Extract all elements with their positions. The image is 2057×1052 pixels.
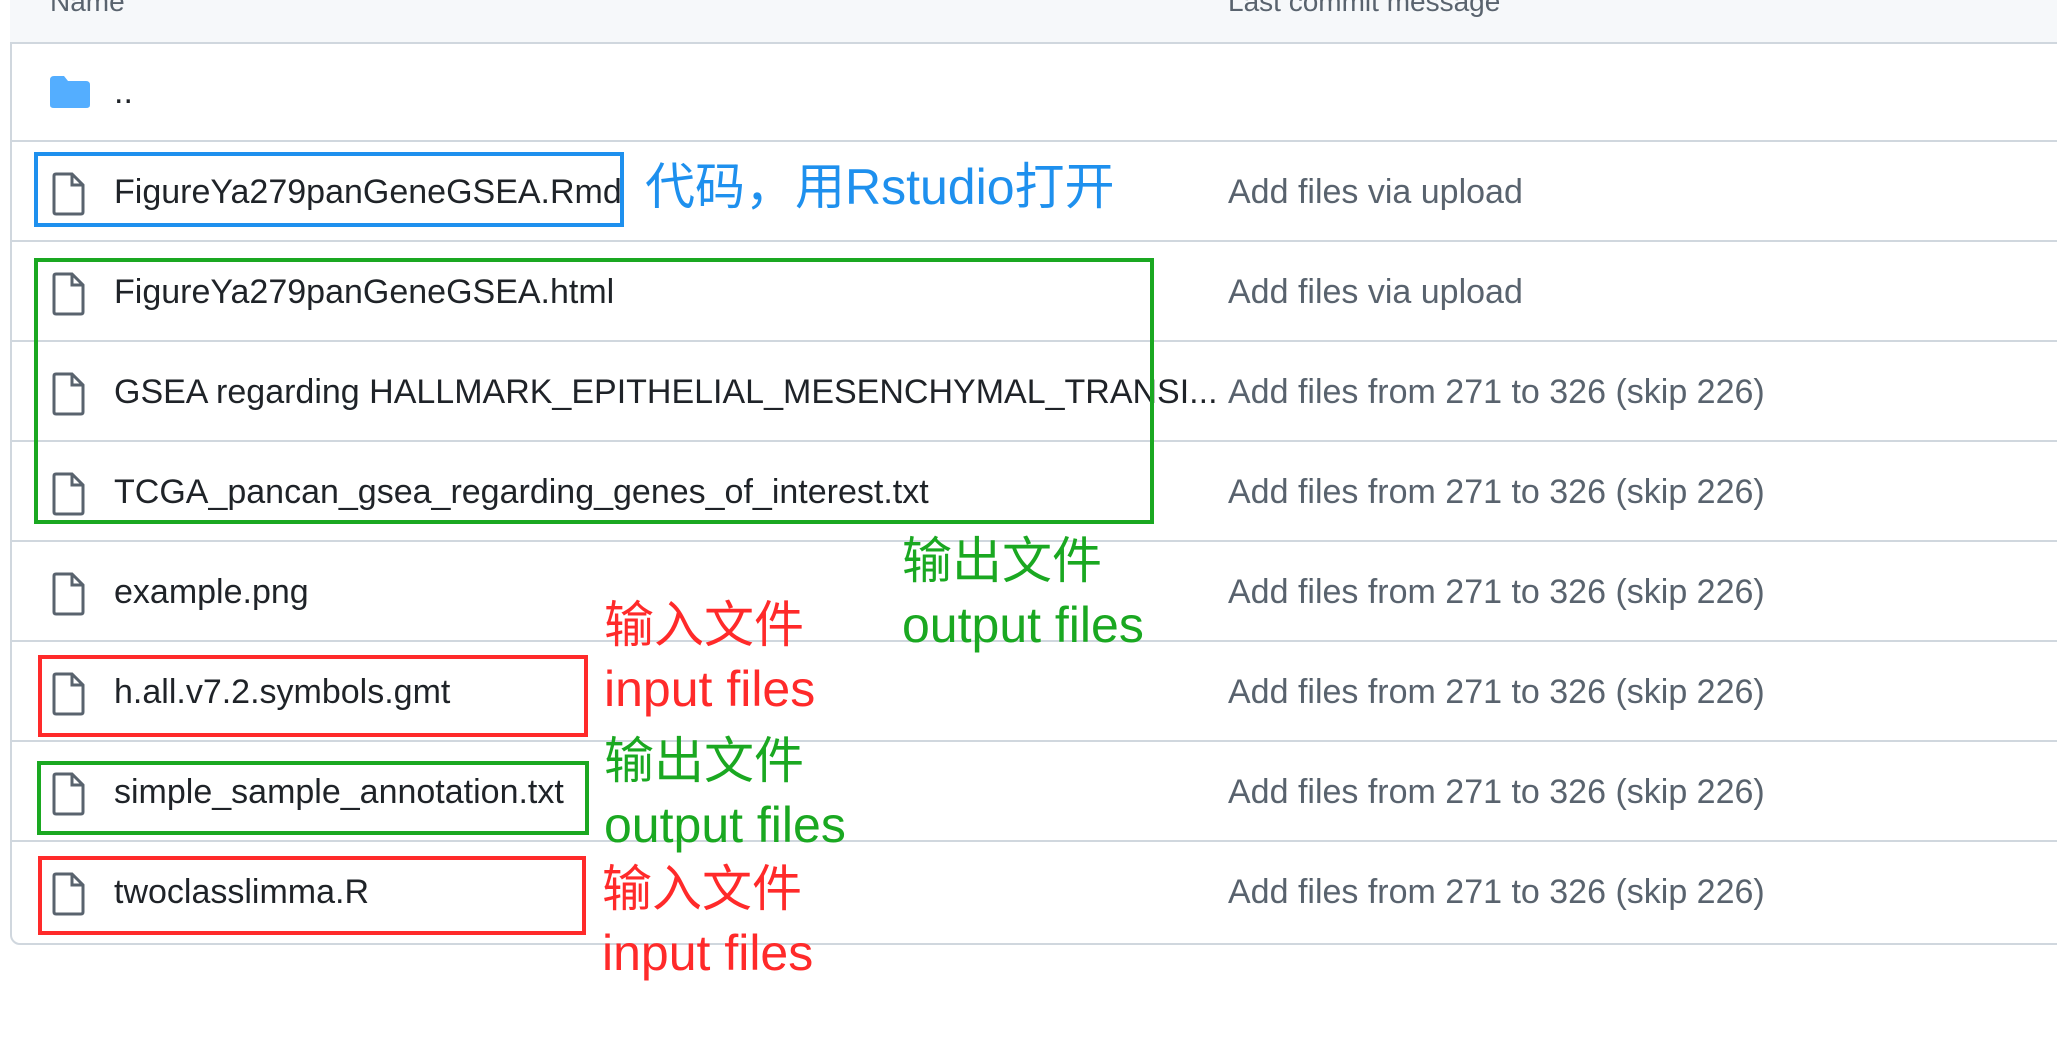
input-annotation-en: input files — [602, 925, 814, 981]
commit-message-link[interactable]: Add files from 271 to 326 (skip 226) — [1228, 672, 1765, 712]
commit-column-header: Last commit message — [1228, 0, 1501, 17]
output-annotation-cn: 输出文件 — [902, 533, 1102, 589]
commit-message-link[interactable]: Add files from 271 to 326 (skip 226) — [1228, 772, 1765, 812]
commit-message-link[interactable]: Add files from 271 to 326 (skip 226) — [1228, 372, 1765, 412]
input-file-highlight-box — [38, 655, 588, 737]
output-annotation-cn: 输出文件 — [604, 733, 804, 789]
code-annotation: 代码，用Rstudio打开 — [645, 159, 1115, 215]
commit-message-link[interactable]: Add files via upload — [1228, 272, 1523, 312]
name-column-header: Name — [50, 0, 125, 17]
commit-message-link[interactable]: Add files from 271 to 326 (skip 226) — [1228, 572, 1765, 612]
folder-icon — [50, 76, 90, 108]
output-files-highlight-box — [34, 258, 1154, 524]
input-annotation-cn: 输入文件 — [604, 597, 804, 653]
output-file-highlight-box — [37, 761, 589, 835]
input-file-highlight-box — [38, 856, 586, 935]
output-annotation-en: output files — [902, 597, 1144, 653]
output-annotation-en: output files — [604, 797, 846, 853]
table-header: Name Last commit message — [10, 0, 2057, 44]
commit-message-link[interactable]: Add files from 271 to 326 (skip 226) — [1228, 472, 1765, 512]
code-file-highlight-box — [34, 152, 624, 227]
file-icon — [52, 572, 85, 616]
file-name-link[interactable]: example.png — [114, 572, 309, 612]
input-annotation-en: input files — [604, 661, 816, 717]
input-annotation-cn: 输入文件 — [602, 861, 802, 917]
parent-directory-link[interactable]: .. — [114, 72, 133, 112]
table-row-parent[interactable]: .. — [10, 42, 2057, 142]
commit-message-link[interactable]: Add files from 271 to 326 (skip 226) — [1228, 872, 1765, 912]
commit-message-link[interactable]: Add files via upload — [1228, 172, 1523, 212]
